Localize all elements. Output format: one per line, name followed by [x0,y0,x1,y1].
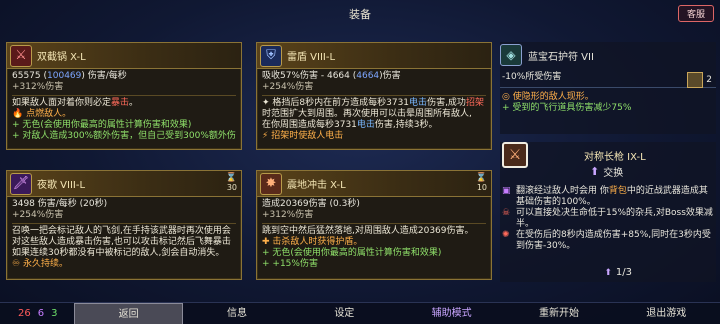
scroll-counters: 26 6 3 [0,308,74,319]
absorb-line: 吸收57%伤害 - 4664 (4664)伤害 [262,71,401,81]
divider [12,95,236,96]
item-description: 跳到空中然后猛然落地,对周围敌人造成20369伤害。 [262,226,474,236]
page-key-icon: ⬆ [604,267,612,278]
card-header: 🗡 夜歌 VIII-L ⌛ 30 [7,171,241,197]
swap-action[interactable]: ⬆ 交换 [590,164,623,179]
effect-parry-shock: ⚡ 招架时使敌人电击 [262,131,344,141]
cooldown: ⌛ 10 [475,173,487,192]
crossed-swords-icon: ⚔ [10,44,32,67]
execute-effect: ☠ 可以直接处决生命低于15%的杂兵,对Boss效果减半。 [502,208,713,229]
damage-bonus: +312%伤害 [12,82,64,92]
hourglass-icon: ⌛ [475,173,487,183]
divider [262,223,486,224]
amulet-stat: -10%所受伤害 [502,72,562,82]
dps-line: 65575 (100469) 伤害/每秒 [12,71,127,81]
skull-icon: ☠ [502,208,511,218]
damage-bonus: +254%伤害 [262,82,314,92]
settings-button[interactable]: 设定 [291,303,398,324]
card-header: ⚔ 双截锅 X-L [7,43,241,69]
weapon-icon: ⚔ [502,142,528,168]
item-description-cont: 时范围扩大到周围。再次使用可以击晕周围所有敌人, [262,109,472,119]
item-description-cont2: 在你周围造成每秒3731电击伤害,持续3秒。 [262,120,438,130]
swap-key-icon: ⬆ [590,165,600,178]
effect-colorless: + 无色(会使用你最高的属性计算伤害和效果) [262,248,442,258]
damage-bonus: +312%伤害 [262,210,314,220]
rage-effect: ✺ 在受伤后的8秒内造成伤害+85%,同时在3秒内受到伤害-30%。 [502,230,711,251]
page-indicator[interactable]: ⬆ 1/3 [604,267,632,278]
effect-damage-bonus: + +15%伤害 [262,259,318,269]
card-header: ⛨ 雷盾 VIII-L [257,43,491,69]
bottom-nav: 26 6 3 返回 信息 设定 辅助模式 重新开始 退出游戏 [0,302,720,324]
amulet-panel[interactable]: ◈ 蓝宝石护符 VII -10%所受伤害 2 ◎ 使隐形的敌人现形。 + 受到的… [500,42,716,134]
divider [500,87,716,88]
item-description-cont: 对这些敌人造成暴击伤害,也可以攻击标记然后飞舞暴击 [12,237,231,247]
weapon-effects: ▣ 翻滚经过敌人时会用 你背包中的近战武器造成其基础伤害的100%。 ☠ 可以直… [500,186,714,252]
cooldown: ⌛ 30 [225,173,237,192]
restart-button[interactable]: 重新开始 [505,303,612,324]
item-description-cont2: 如果连续30秒都没有中被标记的敌人,剑会自动消失。 [12,248,225,258]
survival-count: 3 [51,308,58,319]
effect-permanent: ♾ 永久持续。 [12,259,68,269]
effect-colorless: + 无色(会使用你最高的属性计算伤害和效果) [12,120,192,130]
item-stats: 吸收57%伤害 - 4664 (4664)伤害 +254%伤害 [257,69,491,93]
item-stats: 65575 (100469) 伤害/每秒 +312%伤害 [7,69,241,93]
info-button[interactable]: 信息 [183,303,290,324]
equipment-card-ground-slam[interactable]: ✸ 震地冲击 X-L ⌛ 10 造成20369伤害 (0.3秒) +312%伤害 … [256,170,492,280]
equipment-card-thunder-shield[interactable]: ⛨ 雷盾 VIII-L 吸收57%伤害 - 4664 (4664)伤害 +254… [256,42,492,150]
quit-button[interactable]: 退出游戏 [613,303,720,324]
scroll-badge: 2 [687,72,712,88]
damage-line: 造成20369伤害 (0.3秒) [262,199,360,209]
assist-mode-button[interactable]: 辅助模式 [398,303,505,324]
item-description: ✦ 格挡后8秒内在前方造成每秒3731电击伤害,成功招架 [262,98,484,108]
swap-weapon-panel[interactable]: ⚔ 对称长枪 IX-L ⬆ 交换 ▣ 翻滚经过敌人时会用 你背包中的近战武器造成… [500,142,716,282]
brutality-count: 26 [18,308,31,319]
hourglass-icon: ⌛ [225,173,237,183]
back-button[interactable]: 返回 [74,302,184,324]
effect-ignite: 🔥 点燃敌人。 [12,109,72,119]
amulet-header: ◈ 蓝宝石护符 VII [500,42,716,68]
equipment-card-nunchaku[interactable]: ⚔ 双截锅 X-L 65575 (100469) 伤害/每秒 +312%伤害 如… [6,42,242,150]
item-description: 召唤一把会标记敌人的飞剑,在手持该武器时再次使用会 [12,226,231,236]
rage-icon: ✺ [502,230,510,240]
item-stats: 造成20369伤害 (0.3秒) +312%伤害 [257,197,491,221]
item-name: 双截锅 X-L [37,52,86,63]
support-button[interactable]: 客服 [678,5,714,22]
equipment-card-night-song[interactable]: 🗡 夜歌 VIII-L ⌛ 30 3498 伤害/每秒 (20秒) +254%伤害… [6,170,242,280]
scroll-icon [687,72,704,88]
amulet-name: 蓝宝石护符 VII [528,51,594,63]
item-name: 夜歌 VIII-L [37,180,86,191]
item-stats: 3498 伤害/每秒 (20秒) +254%伤害 [7,197,241,221]
roll-icon: ▣ [502,186,511,196]
effect-extra-damage: + 对敌人造成300%额外伤害，但自己受到300%额外伤 [12,131,236,141]
title: 装备 [349,8,371,21]
dps-line: 3498 伤害/每秒 (20秒) [12,199,108,209]
sword-icon: 🗡 [10,172,32,195]
weapon-name: 对称长枪 IX-L [584,152,646,163]
damage-bonus: +254%伤害 [12,210,64,220]
amulet-icon: ◈ [500,44,522,66]
item-description: 如果敌人面对着你则必定暴击。 [12,98,139,108]
item-name: 雷盾 VIII-L [287,52,336,63]
tactics-count: 6 [37,308,45,319]
amulet-reveal: ◎ 使隐形的敌人现形。 [502,92,594,102]
item-name: 震地冲击 X-L [287,180,346,191]
divider [12,223,236,224]
shield-icon: ⛨ [260,44,282,67]
divider [262,95,486,96]
slam-icon: ✸ [260,172,282,195]
effect-kill-shield: ✚ 击杀敌人时获得护盾。 [262,237,363,247]
roll-effect: ▣ 翻滚经过敌人时会用 你背包中的近战武器造成其基础伤害的100%。 [502,186,708,207]
amulet-projectile: + 受到的飞行道具伤害减少75% [502,103,632,113]
card-header: ✸ 震地冲击 X-L ⌛ 10 [257,171,491,197]
